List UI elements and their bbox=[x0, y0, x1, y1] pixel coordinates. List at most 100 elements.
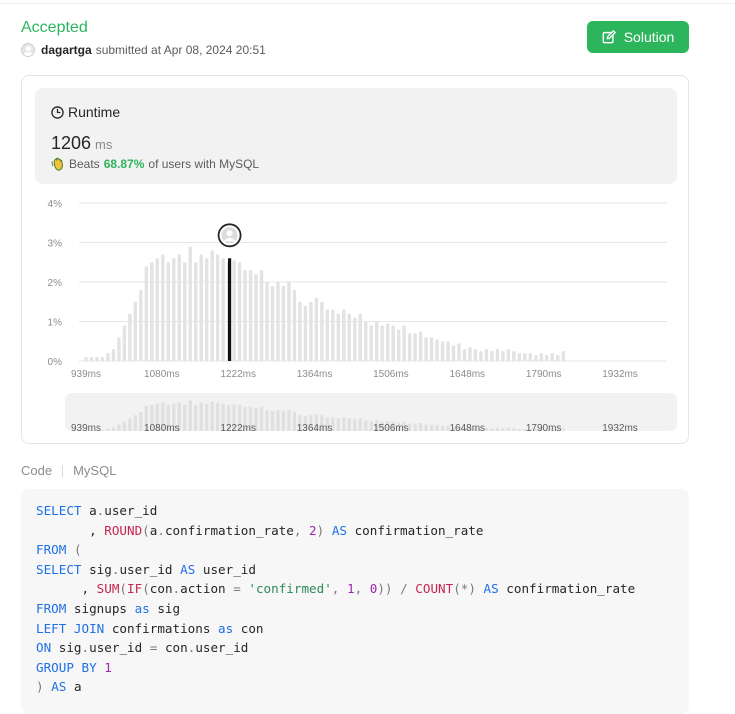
histogram-bar bbox=[325, 309, 330, 361]
runtime-value-number: 1206 bbox=[51, 133, 92, 153]
histogram-bar bbox=[528, 353, 533, 361]
code-token: action bbox=[180, 581, 234, 597]
code-token: , bbox=[331, 581, 347, 597]
runtime-summary[interactable]: Runtime 1206 ms Beats 68.87% of users wit… bbox=[35, 88, 677, 184]
code-line: GROUP BY 1 bbox=[36, 660, 112, 675]
histogram-bar bbox=[100, 357, 105, 361]
histogram-bar bbox=[221, 258, 225, 361]
histogram-bar bbox=[248, 270, 253, 361]
histogram-bar bbox=[122, 325, 127, 361]
code-token: con bbox=[157, 640, 188, 656]
code-token: sig bbox=[149, 600, 181, 616]
mini-histogram-bar bbox=[413, 423, 417, 431]
code-token: as bbox=[217, 620, 234, 636]
username-link[interactable]: dagartga bbox=[41, 43, 92, 57]
runtime-distribution-chart[interactable]: 0% 1% 2% 3% 4% 939ms 1080ms 1222ms 1364ms 1506ms 1… bbox=[22, 191, 688, 441]
code-token: 1 bbox=[104, 659, 112, 675]
histogram-bar bbox=[364, 321, 368, 361]
y-tick-label: 0% bbox=[48, 357, 63, 368]
mini-histogram-bar bbox=[106, 428, 110, 431]
beats-suffix: of users with MySQL bbox=[148, 157, 260, 171]
histogram-bar bbox=[561, 351, 565, 361]
mini-histogram-bar bbox=[501, 428, 505, 431]
code-token: . bbox=[81, 640, 90, 656]
histogram-bar bbox=[139, 289, 143, 361]
clock-icon bbox=[51, 105, 64, 119]
code-token: confirmation_rate bbox=[498, 581, 636, 597]
mini-histogram-bar bbox=[259, 406, 264, 431]
code-token: FROM bbox=[36, 600, 67, 616]
histogram-bar bbox=[396, 329, 401, 361]
code-token: COUNT bbox=[415, 581, 454, 597]
histogram-bar bbox=[150, 262, 154, 361]
highlight-bar bbox=[227, 258, 232, 361]
histogram-bar bbox=[413, 333, 417, 361]
x-tick-label: 1506ms bbox=[373, 369, 409, 380]
code-token: AS bbox=[51, 679, 67, 695]
avatar[interactable] bbox=[21, 43, 35, 57]
code-header-divider bbox=[62, 464, 64, 477]
code-token: ( bbox=[73, 542, 82, 558]
beats-prefix: Beats bbox=[69, 157, 100, 171]
code-token: user_id bbox=[195, 561, 256, 577]
mini-histogram-bar bbox=[512, 428, 516, 431]
histogram-bar bbox=[490, 351, 494, 361]
histogram-bar bbox=[254, 274, 258, 361]
code-token: , bbox=[36, 522, 105, 538]
code-token: , bbox=[293, 522, 310, 538]
mini-histogram-bar bbox=[188, 400, 192, 431]
code-token: ROUND bbox=[104, 522, 143, 538]
code-token: GROUP BY bbox=[36, 659, 97, 675]
y-tick-label: 1% bbox=[48, 318, 63, 329]
mini-histogram-bar bbox=[194, 404, 198, 431]
submission-avatar-marker[interactable] bbox=[217, 223, 242, 248]
solution-button[interactable]: Solution bbox=[587, 21, 689, 53]
mini-histogram-bar bbox=[364, 420, 368, 431]
histogram-bar bbox=[133, 301, 138, 361]
histogram-bar bbox=[457, 343, 461, 361]
histogram-bar bbox=[391, 325, 395, 361]
code-block[interactable]: SELECT a.user_id , ROUND(a.confirmation_… bbox=[21, 489, 689, 714]
mini-histogram-bar bbox=[495, 427, 500, 431]
code-tab-label[interactable]: Code bbox=[21, 463, 52, 478]
code-token: sig bbox=[81, 561, 112, 577]
histogram-bar bbox=[89, 357, 94, 361]
code-line: SELECT sig.user_id AS user_id bbox=[36, 562, 256, 577]
histogram-bar bbox=[468, 347, 472, 361]
code-token: con bbox=[233, 620, 264, 636]
code-token: ( bbox=[142, 581, 150, 597]
marker-avatar-head bbox=[226, 230, 233, 237]
histogram-bar bbox=[418, 331, 423, 361]
histogram-bar bbox=[512, 351, 516, 361]
histogram-bar bbox=[106, 353, 110, 361]
histogram-bar bbox=[303, 305, 308, 361]
histogram-bar bbox=[144, 266, 149, 361]
mini-histogram-bar bbox=[490, 428, 494, 431]
histogram-bar bbox=[259, 270, 264, 361]
mini-histogram-bar bbox=[292, 412, 297, 431]
mini-histogram-bar bbox=[418, 423, 423, 431]
histogram-bar bbox=[440, 341, 445, 361]
x-tick-label: 1222ms bbox=[220, 369, 256, 380]
code-token: AS bbox=[483, 581, 499, 597]
histogram-bar bbox=[501, 351, 505, 361]
mini-histogram-bar bbox=[353, 419, 357, 431]
histogram-bar bbox=[556, 355, 560, 361]
mini-histogram-bar bbox=[265, 410, 269, 431]
code-token: user_id bbox=[195, 640, 249, 656]
solution-button-label: Solution bbox=[623, 29, 675, 45]
histogram-bar bbox=[309, 301, 313, 361]
histogram-bar bbox=[298, 301, 302, 361]
mini-x-tick-label: 1790ms bbox=[526, 423, 562, 434]
mini-histogram-bar bbox=[287, 410, 291, 431]
code-token: 'confirmed' bbox=[248, 581, 332, 597]
mini-histogram-bar bbox=[517, 428, 522, 431]
histogram-bar bbox=[243, 270, 247, 361]
x-tick-label: 939ms bbox=[71, 369, 101, 380]
code-token: ON bbox=[36, 640, 52, 656]
histogram-bar bbox=[314, 297, 319, 361]
histogram-bar bbox=[161, 254, 165, 361]
mini-histogram-bar bbox=[270, 411, 275, 431]
